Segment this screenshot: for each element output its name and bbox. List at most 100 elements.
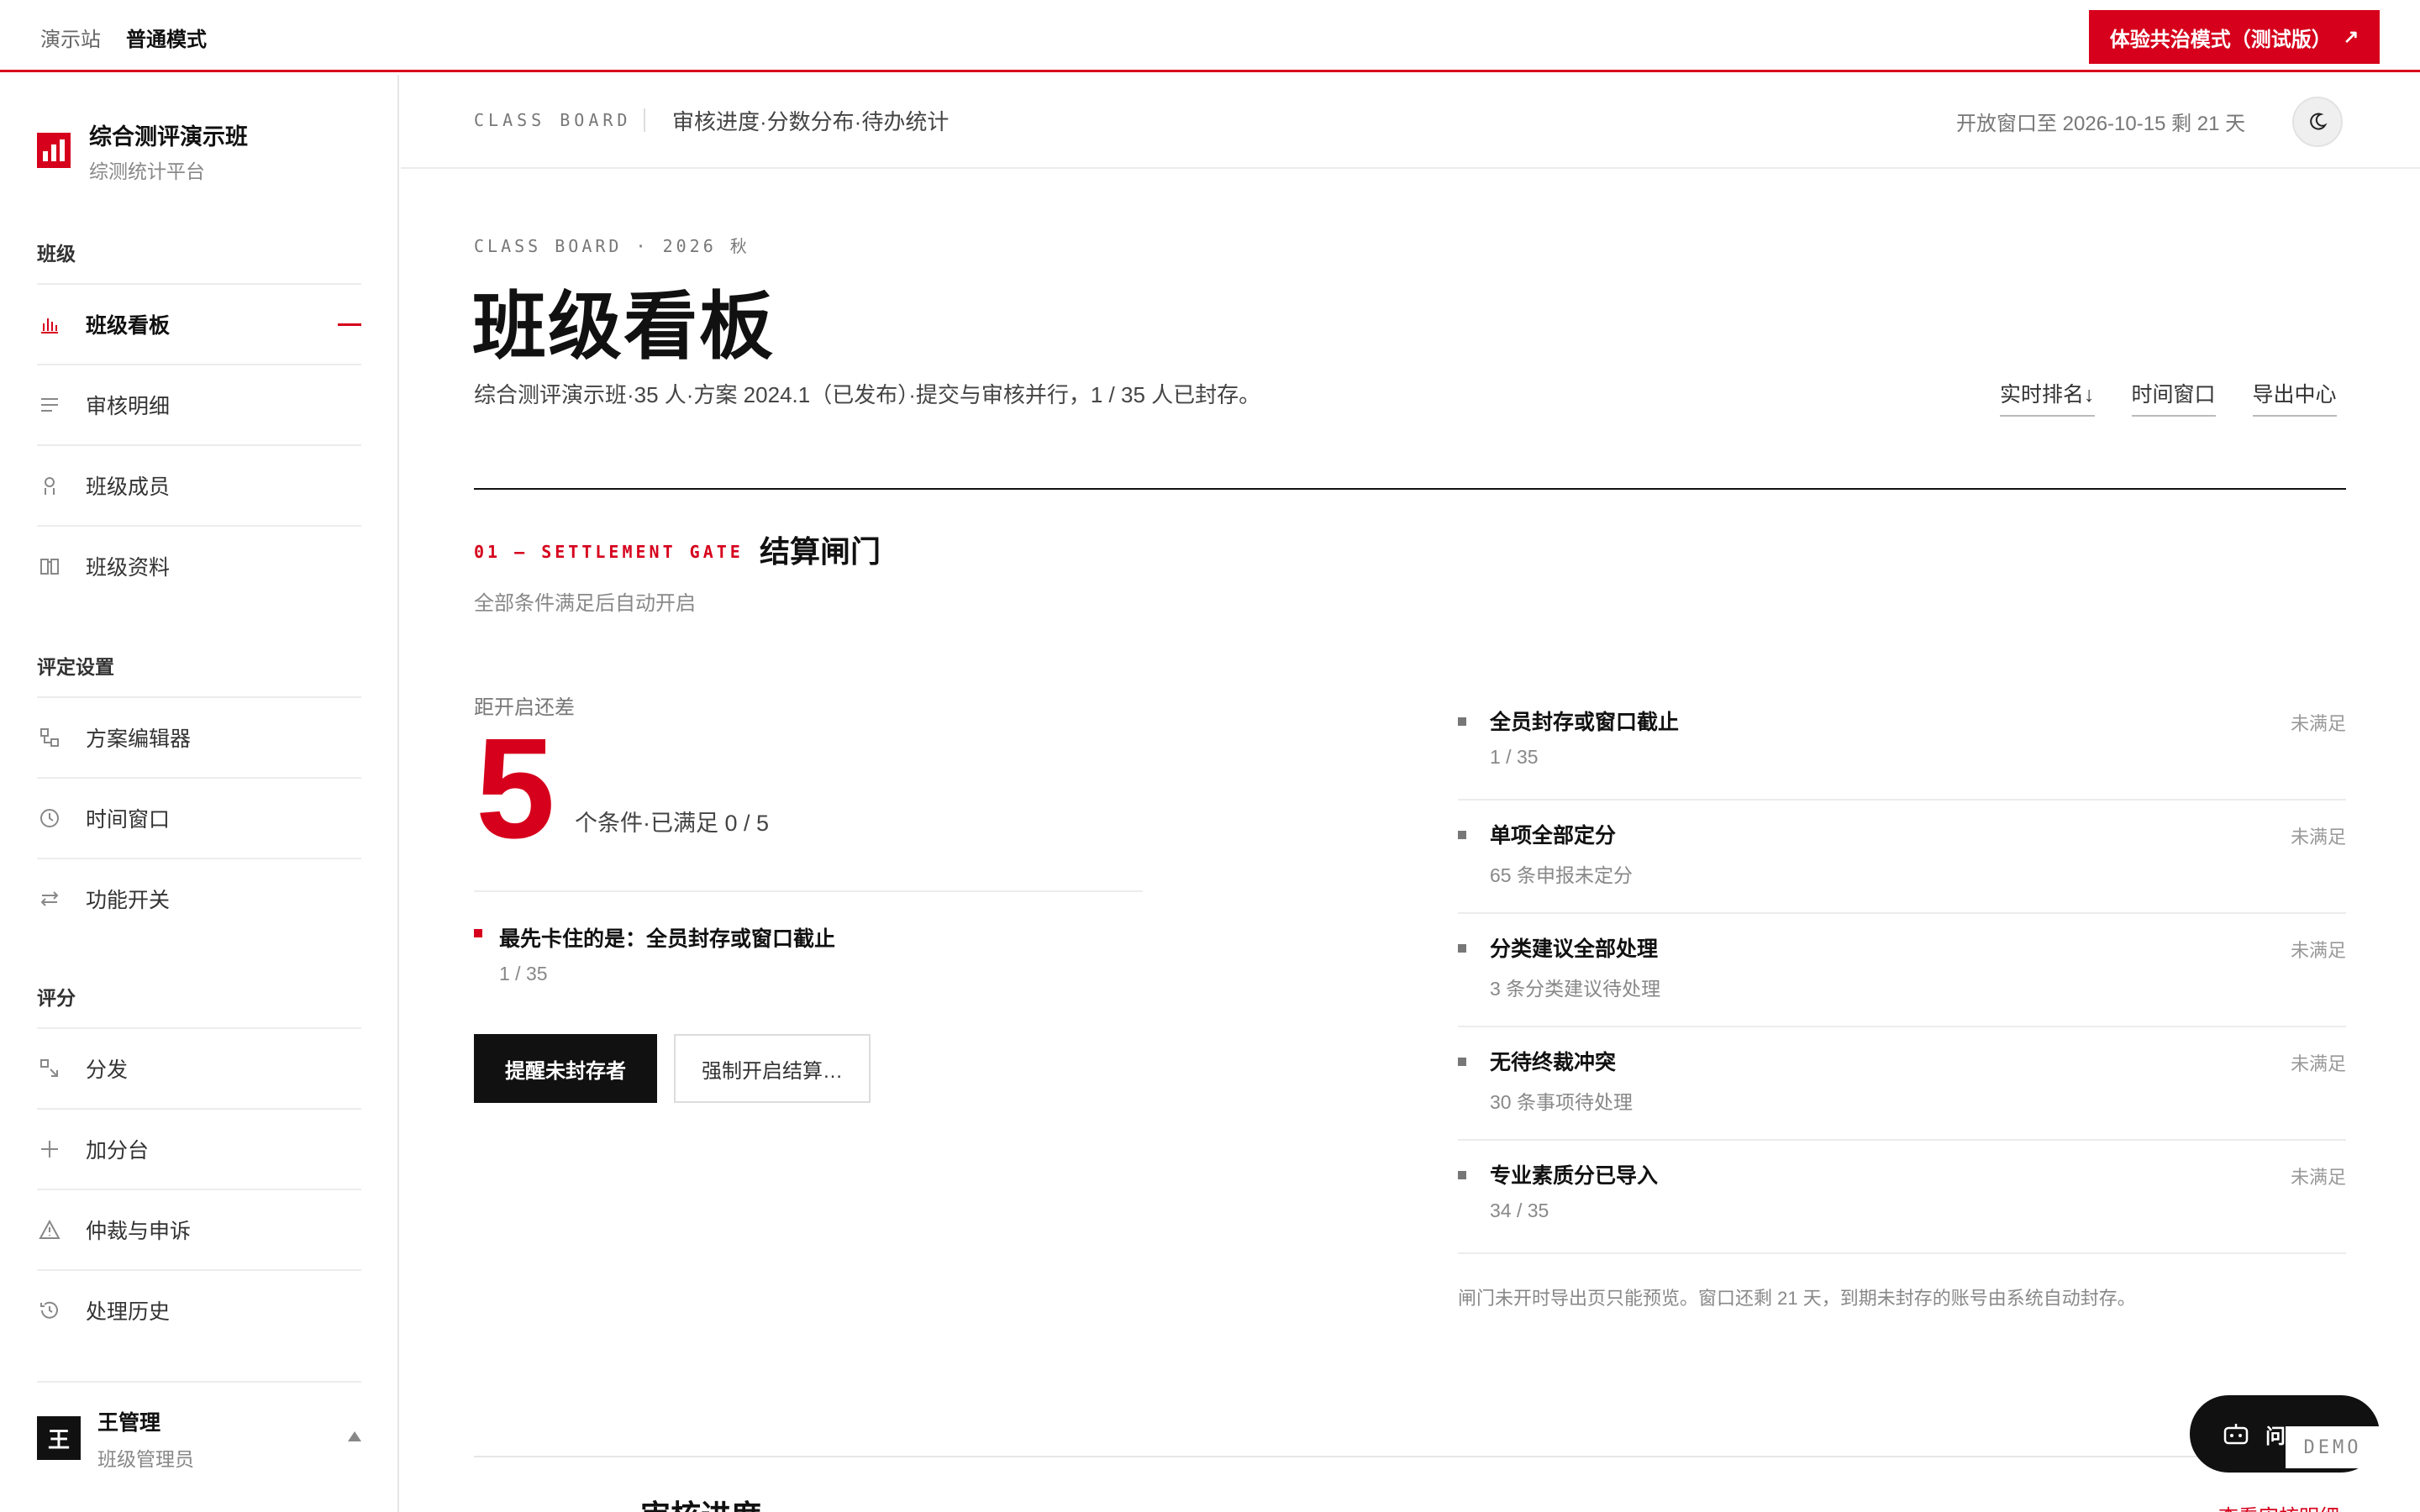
condition-title: 单项全部定分 (1490, 824, 1617, 848)
sidebar-item-members[interactable]: 班级成员 (37, 444, 361, 525)
sidebar-item-label: 功能开关 (86, 889, 171, 912)
remaining-conditions-count: 5 (476, 709, 555, 869)
header-divider (644, 108, 645, 132)
condition-item: 专业素质分已导入 34 / 35 未满足 (1458, 1141, 2346, 1254)
condition-value: 30 条事项待处理 (1490, 1091, 1633, 1113)
condition-marker (1458, 717, 1466, 726)
breadcrumb: 审核进度·分数分布·待办统计 (672, 109, 950, 134)
section-kicker: 01 — SETTLEMENT GATE (474, 542, 744, 562)
condition-title: 无待终裁冲突 (1490, 1051, 1617, 1074)
platform-name: 综测统计平台 (89, 160, 205, 182)
sidebar-item-arbitration[interactable]: 仲裁与申诉 (37, 1189, 361, 1269)
condition-value: 34 / 35 (1490, 1200, 1549, 1221)
blocker-marker (474, 929, 482, 937)
sidebar-item-history[interactable]: 处理历史 (37, 1269, 361, 1350)
assistant-label: 问 (2265, 1425, 2286, 1448)
section-title: 结算闸门 (760, 534, 881, 569)
sidebar-item-materials[interactable]: 班级资料 (37, 525, 361, 606)
distribute-icon (37, 1056, 62, 1081)
remind-unsealed-button[interactable]: 提醒未封存者 (474, 1034, 657, 1103)
nodes-icon (37, 725, 62, 750)
sidebar-item-distribute[interactable]: 分发 (37, 1027, 361, 1108)
plus-icon (37, 1137, 62, 1162)
bar-chart-icon (37, 312, 62, 337)
force-settlement-button[interactable]: 强制开启结算… (674, 1034, 871, 1103)
condition-status: 未满足 (2290, 940, 2346, 961)
section-divider (474, 488, 2346, 490)
condition-title: 分类建议全部处理 (1490, 937, 1659, 961)
sidebar-item-time-window[interactable]: 时间窗口 (37, 777, 361, 858)
gate-note: 闸门未开时导出页只能预览。窗口还剩 21 天，到期未封存的账号由系统自动封存。 (1458, 1288, 2136, 1309)
list-icon (37, 392, 62, 417)
blocker-value: 1 / 35 (499, 963, 548, 984)
robot-icon (2223, 1424, 2249, 1445)
page-kicker: CLASS BOARD · 2026 秋 (474, 236, 750, 256)
warning-icon (37, 1217, 62, 1242)
sidebar-group-settings: 评定设置 (37, 656, 114, 678)
sidebar-item-label: 时间窗口 (86, 808, 171, 832)
active-indicator (338, 323, 361, 326)
condition-title: 全员封存或窗口截止 (1490, 711, 1680, 734)
mode-label[interactable]: 普通模式 (126, 23, 207, 52)
condition-value: 65 条申报未定分 (1490, 864, 1633, 886)
condition-status: 未满足 (2290, 713, 2346, 734)
export-center-link[interactable]: 导出中心 (2252, 378, 2337, 417)
person-icon (37, 473, 62, 498)
theme-toggle-button[interactable] (2292, 97, 2343, 147)
sidebar-item-label: 仲裁与申诉 (86, 1220, 192, 1243)
top-bar: 演示站 普通模式 体验共治模式（测试版） ↗ (0, 0, 2420, 72)
condition-item: 无待终裁冲突 30 条事项待处理 未满足 (1458, 1027, 2346, 1141)
page-header: CLASS BOARD 审核进度·分数分布·待办统计 开放窗口至 2026-10… (401, 75, 2420, 169)
condition-status: 未满足 (2290, 1053, 2346, 1074)
remaining-conditions-note: 个条件·已满足 0 / 5 (575, 811, 770, 836)
blocker-title: 最先卡住的是：全员封存或窗口截止 (499, 927, 836, 951)
user-menu[interactable]: 王 王管理 班级管理员 (37, 1381, 361, 1490)
caret-up-icon (348, 1431, 361, 1441)
sidebar-item-label: 班级成员 (86, 475, 171, 499)
try-cogovernance-button[interactable]: 体验共治模式（测试版） ↗ (2089, 10, 2380, 64)
arrow-up-right-icon: ↗ (2343, 26, 2360, 47)
open-window-status: 开放窗口至 2026-10-15 剩 21 天 (1956, 113, 2246, 135)
section-subtitle: 全部条件满足后自动开启 (474, 592, 696, 615)
page-title: 班级看板 (472, 285, 776, 368)
sidebar-item-label: 班级看板 (86, 314, 171, 338)
time-window-link[interactable]: 时间窗口 (2131, 378, 2216, 417)
condition-status: 未满足 (2290, 827, 2346, 848)
class-name: 综合测评演示班 (89, 124, 248, 150)
condition-value: 3 条分类建议待处理 (1490, 978, 1661, 1000)
view-review-detail-link[interactable]: 查看审核明细 (2218, 1500, 2339, 1512)
sidebar-item-label: 分发 (86, 1058, 129, 1082)
page-actions: 实时排名↓ 时间窗口 导出中心 (2000, 378, 2337, 417)
sidebar-item-feature-switch[interactable]: 功能开关 (37, 858, 361, 938)
user-role: 班级管理员 (97, 1448, 194, 1470)
next-section-title: 审核进度 (640, 1492, 761, 1512)
condition-marker (1458, 1058, 1466, 1066)
condition-item: 分类建议全部处理 3 条分类建议待处理 未满足 (1458, 914, 2346, 1027)
demo-badge: DEMO (2286, 1426, 2380, 1468)
sidebar-item-scheme-editor[interactable]: 方案编辑器 (37, 696, 361, 777)
user-name: 王管理 (97, 1411, 161, 1435)
sidebar-group-class: 班级 (37, 243, 76, 265)
sidebar-item-label: 方案编辑器 (86, 727, 192, 751)
header-kicker: CLASS BOARD (474, 110, 632, 130)
condition-marker (1458, 831, 1466, 839)
condition-title: 专业素质分已导入 (1490, 1164, 1659, 1188)
book-icon (37, 554, 62, 579)
live-ranking-link[interactable]: 实时排名↓ (2000, 378, 2095, 417)
history-icon (37, 1298, 62, 1323)
site-brand[interactable]: 演示站 (40, 23, 101, 52)
condition-status: 未满足 (2290, 1167, 2346, 1188)
condition-marker (1458, 944, 1466, 953)
divider (474, 890, 1143, 892)
sidebar-item-label: 审核明细 (86, 395, 171, 418)
sidebar-item-bonus[interactable]: 加分台 (37, 1108, 361, 1189)
sidebar-group-scoring: 评分 (37, 987, 76, 1009)
sidebar-item-review-detail[interactable]: 审核明细 (37, 364, 361, 444)
condition-item: 单项全部定分 65 条申报未定分 未满足 (1458, 801, 2346, 914)
moon-icon (2310, 113, 2328, 130)
condition-marker (1458, 1171, 1466, 1179)
sidebar-item-label: 加分台 (86, 1139, 150, 1163)
sidebar-item-class-board[interactable]: 班级看板 (37, 283, 361, 364)
condition-value: 1 / 35 (1490, 746, 1539, 768)
sidebar-item-label: 处理历史 (86, 1300, 171, 1324)
